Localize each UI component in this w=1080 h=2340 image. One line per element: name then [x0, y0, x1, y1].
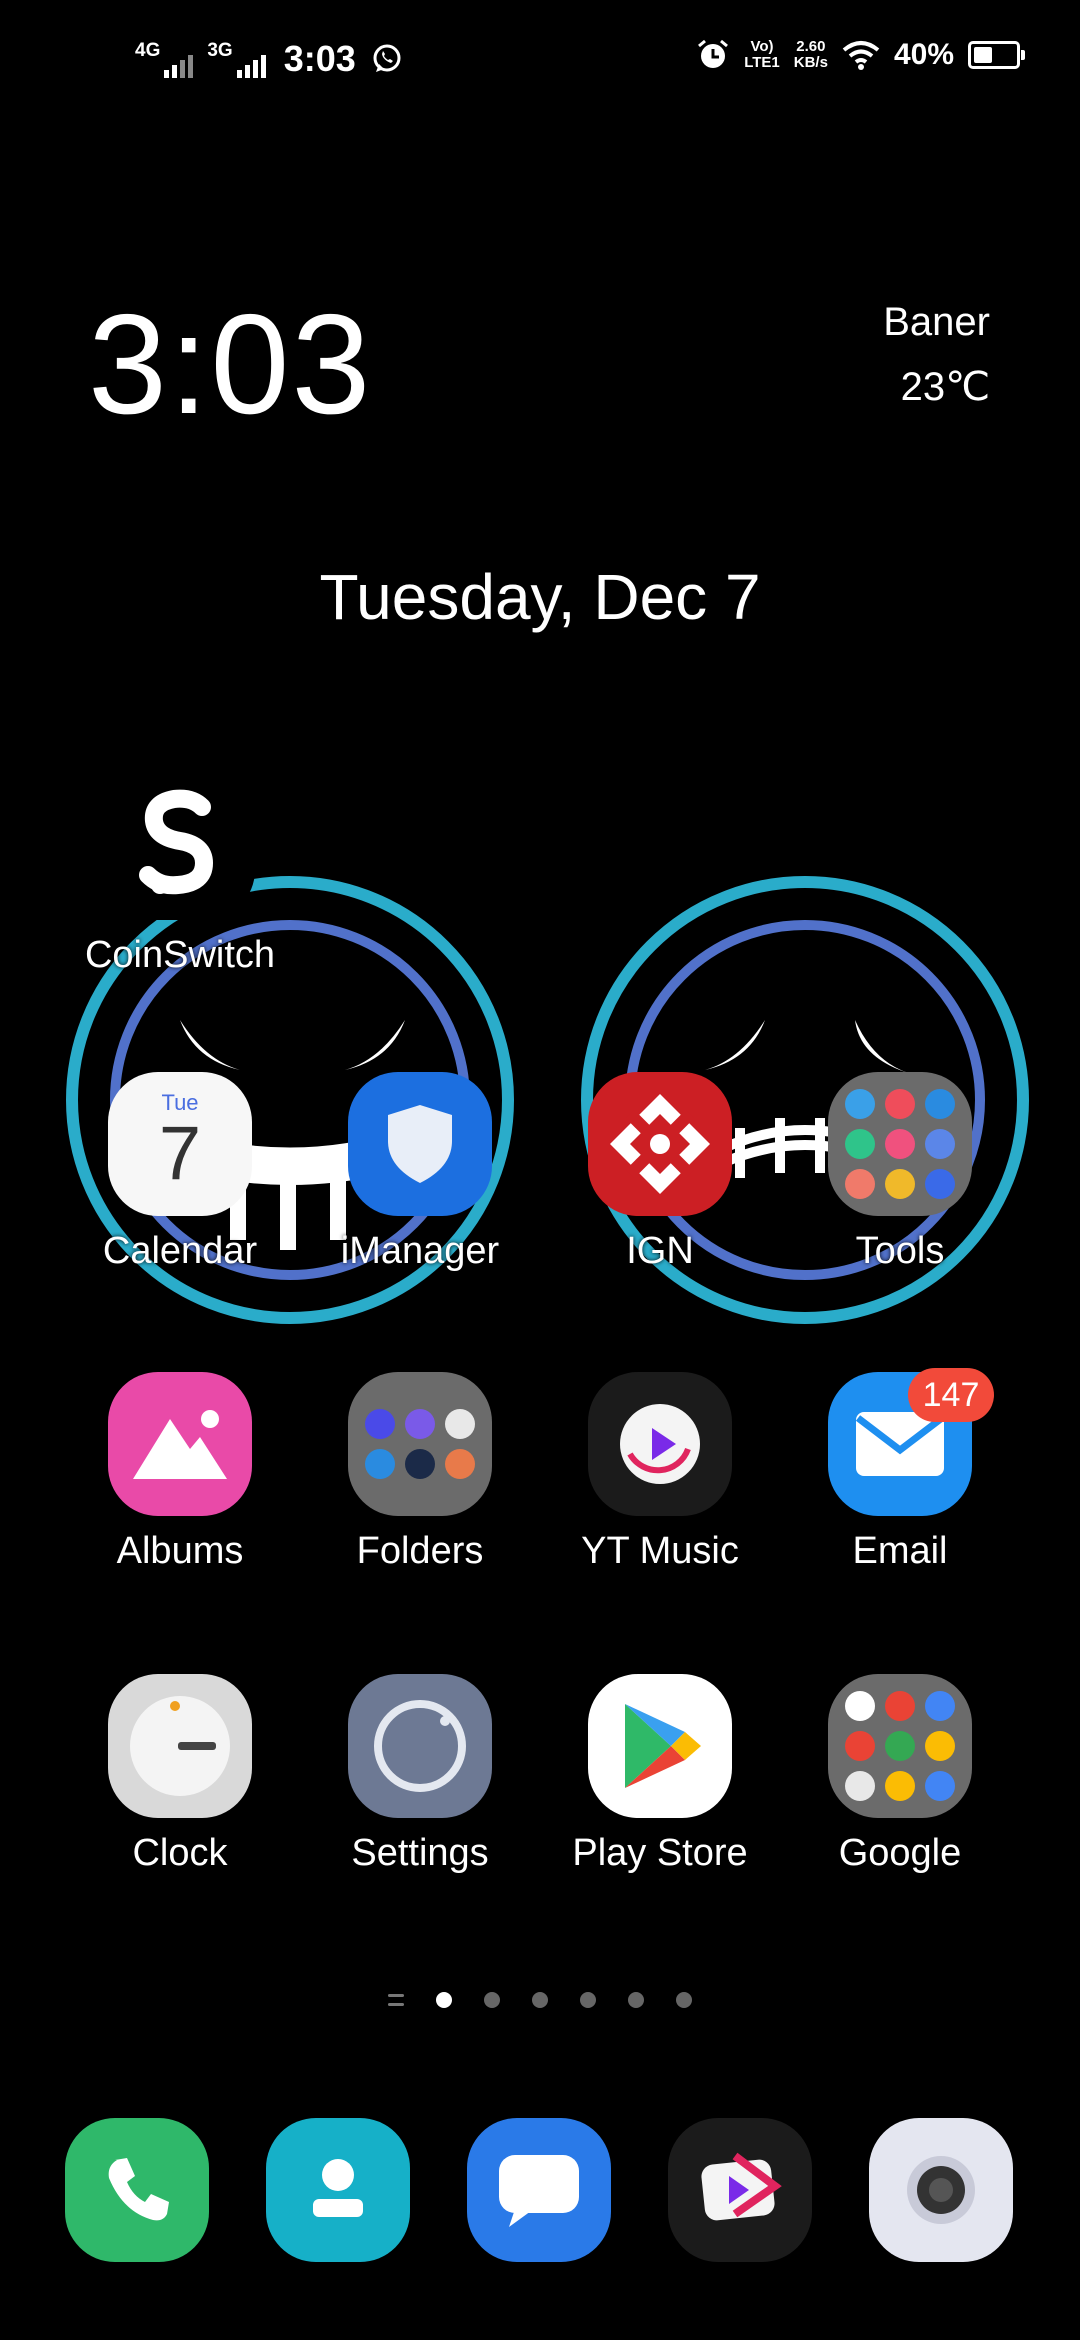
app-label: iManager [340, 1230, 500, 1272]
messages-icon [499, 2155, 579, 2227]
page-dot-1[interactable] [436, 1992, 452, 2008]
app-label: Tools [855, 1230, 945, 1272]
app-ign[interactable]: IGN [540, 1072, 780, 1273]
alarm-icon [698, 39, 729, 68]
page-list-icon[interactable] [388, 1994, 404, 2006]
albums-icon [108, 1372, 252, 1516]
settings-icon [348, 1674, 492, 1818]
app-label: Folders [356, 1530, 484, 1572]
dock-video[interactable] [668, 2118, 812, 2262]
status-bar-right: Vo) LTE1 2.60 KB/s 40% [696, 38, 1025, 72]
page-dot-4[interactable] [580, 1992, 596, 2008]
whatsapp-icon [373, 44, 401, 72]
app-label: Settings [351, 1832, 489, 1874]
app-calendar[interactable]: Tue 7 Calendar [60, 1072, 300, 1273]
network-type-1: 4G [135, 39, 161, 61]
app-coinswitch[interactable]: CoinSwitch [60, 770, 300, 977]
network-type-2: 3G [207, 39, 233, 61]
app-label: YT Music [581, 1530, 739, 1572]
widget-date[interactable]: Tuesday, Dec 7 [0, 560, 1080, 634]
signal-bars-icon [164, 54, 194, 78]
app-email[interactable]: 147 Email [780, 1368, 1020, 1573]
folder-previews [845, 1089, 955, 1199]
google-folder-icon [828, 1674, 972, 1818]
network-indicator-1: 4G [135, 39, 194, 78]
speed-value: 2.60 [796, 38, 826, 55]
app-label: IGN [626, 1230, 694, 1272]
speed-unit: KB/s [793, 54, 828, 71]
dock-phone[interactable] [65, 2118, 209, 2262]
calendar-date: 7 [158, 1111, 202, 1196]
video-icon [701, 2152, 782, 2221]
widget-clock-time[interactable]: 3:03 [88, 290, 372, 440]
ign-icon [588, 1072, 732, 1216]
folder-folders[interactable]: Folders [300, 1372, 540, 1573]
folder-tools[interactable]: Tools [780, 1072, 1020, 1273]
folder-google[interactable]: Google [780, 1674, 1020, 1875]
volte-indicator: Vo) LTE1 [744, 39, 780, 71]
page-dot-6[interactable] [676, 1992, 692, 2008]
status-bar-left: 4G 3G 3:03 [135, 38, 404, 80]
battery-icon [968, 41, 1025, 69]
wifi-icon [842, 41, 880, 70]
app-label: Google [838, 1832, 962, 1874]
imanager-icon [348, 1072, 492, 1216]
app-imanager[interactable]: iManager [300, 1072, 540, 1273]
signal-bars-icon [236, 54, 266, 78]
app-label: Email [852, 1530, 948, 1572]
email-unread-badge: 147 [908, 1368, 994, 1422]
app-label: Albums [116, 1530, 244, 1572]
network-speed: 2.60 KB/s [794, 39, 828, 71]
app-settings[interactable]: Settings [300, 1674, 540, 1875]
page-indicator[interactable] [0, 1992, 1080, 2008]
app-label: Clock [132, 1832, 228, 1874]
status-time: 3:03 [283, 38, 356, 79]
contacts-icon [313, 2159, 363, 2217]
camera-icon [907, 2156, 975, 2224]
app-albums[interactable]: Albums [60, 1372, 300, 1573]
folder-previews [365, 1409, 475, 1479]
phone-icon [108, 2158, 169, 2221]
page-dot-3[interactable] [532, 1992, 548, 2008]
weather-temperature[interactable]: 23℃ [901, 364, 990, 410]
volte-sub-label: LTE1 [744, 54, 780, 71]
tools-folder-icon [828, 1072, 972, 1216]
network-indicator-2: 3G [207, 39, 266, 78]
app-yt-music[interactable]: YT Music [540, 1372, 780, 1573]
page-dot-2[interactable] [484, 1992, 500, 2008]
dock-camera[interactable] [869, 2118, 1013, 2262]
battery-percent: 40% [893, 38, 954, 71]
status-bar: 4G 3G 3:03 Vo) LTE1 2.60 KB/s 40% [0, 0, 1080, 120]
app-play-store[interactable]: Play Store [540, 1674, 780, 1875]
weather-city[interactable]: Baner [883, 300, 990, 345]
dock-contacts[interactable] [266, 2118, 410, 2262]
app-label: Play Store [572, 1832, 748, 1874]
app-clock[interactable]: Clock [60, 1674, 300, 1875]
app-label: Calendar [102, 1230, 258, 1272]
play-store-icon [588, 1674, 732, 1818]
folder-previews [845, 1691, 955, 1801]
yt-music-icon [588, 1372, 732, 1516]
app-label: CoinSwitch [84, 934, 276, 976]
page-dot-5[interactable] [628, 1992, 644, 2008]
calendar-icon: Tue 7 [108, 1072, 252, 1216]
folders-folder-icon [348, 1372, 492, 1516]
clock-app-icon [108, 1674, 252, 1818]
volte-label: Vo) [750, 38, 774, 55]
dock-messages[interactable] [467, 2118, 611, 2262]
coinswitch-icon [105, 770, 255, 920]
